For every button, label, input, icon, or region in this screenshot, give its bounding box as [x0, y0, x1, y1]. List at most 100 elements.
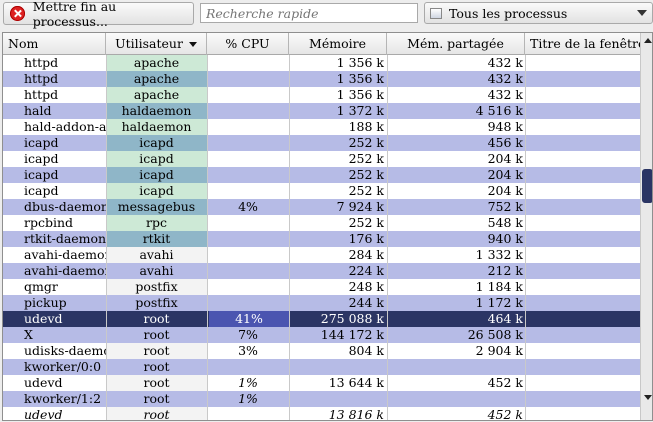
cpu-cell [207, 183, 289, 199]
table-body: httpd apache 1 356 k 432 k httpd apache 1 356 … [3, 55, 640, 421]
table-header: Nom Utilisateur % CPU Mémoire Mém. parta… [3, 33, 640, 55]
cpu-cell: 4% [238, 199, 258, 214]
table-row[interactable]: hald haldaemon 1 372 k 4 516 k [3, 103, 640, 119]
table-row[interactable]: udisks-daemonroot 3% 804 k 2 904 k [3, 343, 640, 359]
cpu-cell [207, 295, 289, 311]
table-row[interactable]: udevd root 1% 13 644 k 452 k [3, 375, 640, 391]
window-icon [430, 7, 442, 19]
user-cell: avahi [106, 263, 207, 279]
window-title-cell [525, 327, 640, 343]
cpu-cell [207, 87, 289, 103]
shared-memory-cell: 212 k [487, 263, 523, 278]
table-row[interactable]: avahi-daemon avahi 284 k 1 332 k [3, 247, 640, 263]
cpu-cell [207, 247, 289, 263]
table-row[interactable]: icapd icapd 252 k 204 k [3, 183, 640, 199]
scroll-down-icon[interactable] [644, 395, 652, 400]
column-divider [387, 55, 388, 420]
process-filter-select[interactable]: Tous les processus [424, 2, 653, 24]
cpu-cell: 1% [238, 375, 258, 390]
user-cell: root [106, 343, 207, 359]
shared-memory-cell: 432 k [487, 87, 523, 102]
process-name-cell: avahi-daemon [24, 263, 106, 278]
window-title-cell [525, 199, 640, 215]
table-row[interactable]: hald-addon-a haldaemon 188 k 948 k [3, 119, 640, 135]
window-title-cell [525, 247, 640, 263]
window-title-cell [525, 215, 640, 231]
shared-memory-cell: 452 k [487, 375, 523, 390]
column-header-user[interactable]: Utilisateur [106, 33, 207, 55]
quick-search-input[interactable] [200, 3, 418, 23]
column-header-name[interactable]: Nom [3, 33, 106, 55]
table-row[interactable]: pickup postfix 244 k 1 172 k [3, 295, 640, 311]
table-row[interactable]: kworker/0:0 root [3, 359, 640, 375]
shared-memory-cell: 26 508 k [467, 327, 523, 342]
user-cell: icapd [106, 183, 207, 199]
process-name-cell: udevd [24, 407, 63, 421]
window-title-cell [525, 407, 640, 420]
column-divider [207, 55, 208, 420]
window-title-cell [525, 183, 640, 199]
table-row[interactable]: httpd apache 1 356 k 432 k [3, 87, 640, 103]
cpu-cell [207, 359, 289, 375]
table-row[interactable]: udevd root 13 816 k 452 k [3, 407, 640, 421]
column-label: Nom [8, 36, 39, 51]
cpu-cell: 7% [238, 327, 258, 342]
column-header-memory[interactable]: Mémoire [289, 33, 387, 55]
user-cell: root [106, 375, 207, 391]
shared-memory-cell: 452 k [487, 407, 523, 421]
user-cell: postfix [106, 279, 207, 295]
column-header-cpu[interactable]: % CPU [207, 33, 289, 55]
table-row[interactable]: kworker/1:2 root 1% [3, 391, 640, 407]
memory-cell: 252 k [348, 135, 384, 150]
process-table: Nom Utilisateur % CPU Mémoire Mém. parta… [2, 32, 653, 421]
vertical-scrollbar[interactable] [640, 33, 652, 420]
table-row[interactable]: dbus-daemon messagebus 4% 7 924 k 752 k [3, 199, 640, 215]
table-row[interactable]: httpd apache 1 356 k 432 k [3, 55, 640, 71]
user-cell: apache [106, 71, 207, 87]
cpu-cell [207, 263, 289, 279]
cpu-cell [207, 55, 289, 71]
memory-cell: 275 088 k [289, 311, 387, 327]
cpu-cell [207, 103, 289, 119]
column-divider [525, 55, 526, 420]
process-name-cell: icapd [24, 167, 59, 182]
cpu-cell: 41% [207, 311, 289, 327]
process-name-cell: udisks-daemon [24, 343, 106, 358]
table-row[interactable]: icapd icapd 252 k 204 k [3, 151, 640, 167]
process-name-cell: icapd [24, 151, 59, 166]
table-row[interactable]: rtkit-daemon rtkit 176 k 940 k [3, 231, 640, 247]
memory-cell: 13 644 k [328, 375, 384, 390]
table-row[interactable]: rpcbind rpc 252 k 548 k [3, 215, 640, 231]
table-row[interactable]: icapd icapd 252 k 456 k [3, 135, 640, 151]
end-process-label: Mettre fin au processus... [32, 0, 117, 29]
memory-cell: 252 k [348, 151, 384, 166]
table-row[interactable]: avahi-daemon avahi 224 k 212 k [3, 263, 640, 279]
process-name-cell: httpd [24, 55, 59, 70]
process-name-cell: httpd [24, 87, 59, 102]
window-title-cell [525, 343, 640, 359]
end-process-button[interactable]: Mettre fin au processus... [3, 0, 194, 29]
window-title-cell [525, 87, 640, 103]
memory-cell: 13 816 k [328, 407, 384, 421]
column-header-window-title[interactable]: Titre de la fenêtre [525, 33, 640, 55]
shared-memory-cell: 4 516 k [475, 103, 523, 118]
scroll-thumb[interactable] [642, 169, 652, 203]
table-row[interactable]: qmgr postfix 248 k 1 184 k [3, 279, 640, 295]
memory-cell: 252 k [348, 167, 384, 182]
process-name-cell: rpcbind [24, 215, 74, 230]
window-title-cell [525, 375, 640, 391]
cpu-cell [207, 167, 289, 183]
shared-memory-cell [387, 391, 525, 407]
table-row[interactable]: Xroot 7% 144 172 k 26 508 k [3, 327, 640, 343]
table-row[interactable]: icapd icapd 252 k 204 k [3, 167, 640, 183]
cpu-cell [207, 119, 289, 135]
window-title-cell [525, 279, 640, 295]
user-cell: rtkit [106, 231, 207, 247]
stop-icon [10, 6, 25, 21]
memory-cell: 1 356 k [336, 71, 384, 86]
table-row[interactable]: udevd root 41% 275 088 k 464 k [3, 311, 640, 327]
column-header-shared-memory[interactable]: Mém. partagée [387, 33, 525, 55]
memory-cell: 284 k [348, 247, 384, 262]
table-row[interactable]: httpd apache 1 356 k 432 k [3, 71, 640, 87]
scroll-up-icon[interactable] [644, 38, 652, 43]
